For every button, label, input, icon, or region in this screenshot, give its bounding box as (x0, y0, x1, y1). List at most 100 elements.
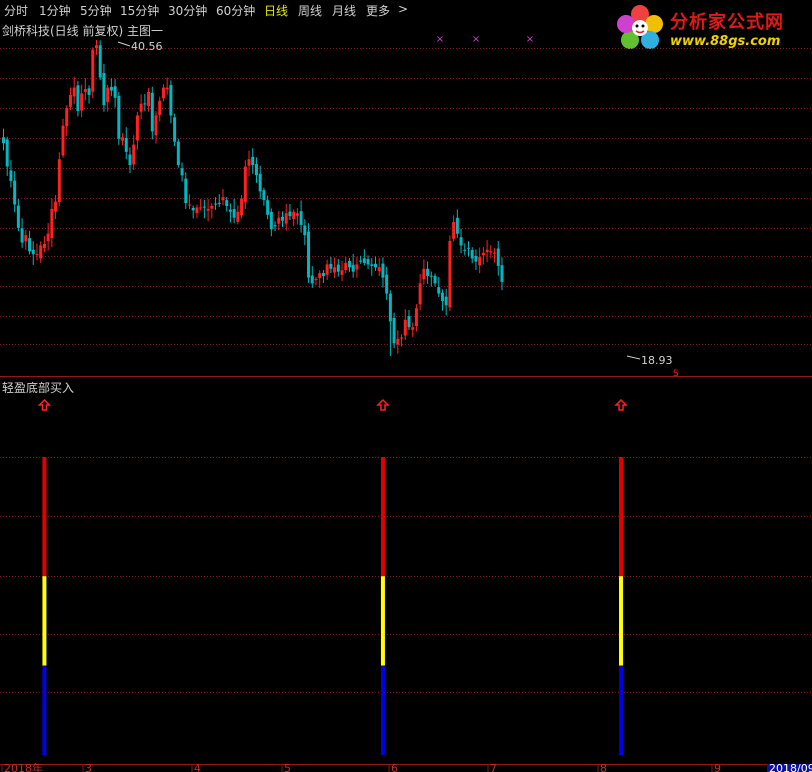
candle-body (13, 180, 17, 205)
axis-label: 2018年 (4, 761, 43, 772)
candle-body (150, 92, 154, 132)
axis-label: 4 (194, 762, 201, 772)
indicator-bar-blue (380, 665, 385, 755)
candle-body (180, 168, 184, 176)
indicator-bars (37, 398, 628, 755)
candle-body (113, 86, 117, 98)
candle-body (240, 198, 244, 216)
candle-body (429, 275, 433, 277)
candle-body (98, 45, 102, 78)
axis-label: 3 (85, 762, 92, 772)
candle-body (396, 338, 400, 345)
candle-body (5, 139, 9, 167)
candle-body (344, 262, 348, 270)
candle-body (251, 156, 255, 166)
axis-cursor-date: 2018/09 (769, 762, 812, 772)
candle-body (388, 293, 392, 322)
candle-body (403, 319, 407, 336)
candle-body (24, 235, 28, 242)
candle-body (139, 103, 143, 112)
candle-body (392, 317, 396, 344)
candle-body (411, 327, 415, 330)
candle-body (362, 258, 366, 263)
candle-body (467, 247, 470, 249)
candle-body (50, 208, 54, 239)
candle-body (135, 115, 139, 141)
candle-body (199, 207, 203, 209)
candle-body (329, 263, 333, 269)
purple-x-marker: × (436, 34, 444, 45)
candle-body (489, 251, 493, 253)
candle-body (314, 279, 318, 281)
candle-body (269, 211, 273, 230)
candle-body (42, 243, 46, 249)
candle-body (496, 248, 500, 266)
indicator-bar-red (380, 457, 385, 577)
axis-label: 8 (600, 762, 607, 772)
candle-body (292, 211, 296, 219)
indicator-bar-blue (619, 665, 624, 755)
candle-body (176, 141, 180, 166)
candle-body (243, 166, 247, 203)
candle-body (102, 73, 106, 106)
candle-body (124, 138, 128, 152)
candle-body (80, 93, 84, 111)
indicator-bar-yellow (619, 576, 624, 666)
indicator-bar-yellow (42, 576, 47, 666)
candle-body (414, 308, 418, 326)
buy-arrow-icon (376, 398, 390, 411)
candle-body (303, 225, 307, 236)
candle-body (35, 254, 39, 256)
candle-body (236, 211, 240, 222)
candle-body (173, 117, 177, 142)
purple-x-marker: × (526, 34, 534, 45)
candle-body (95, 45, 98, 49)
low-annotation: 18.93 S (626, 354, 679, 379)
candle-body (299, 211, 303, 225)
candle-body (154, 115, 158, 136)
axis-label: 6 (391, 762, 398, 772)
candle-body (232, 209, 236, 218)
candle-body (422, 268, 426, 280)
candle-body (72, 87, 76, 97)
candle-body (277, 217, 281, 224)
candle-body (418, 283, 422, 305)
candle-body (366, 259, 370, 265)
candle-body (377, 267, 381, 272)
candle-body (68, 94, 72, 107)
candle-body (121, 137, 125, 141)
candle-body (214, 203, 218, 205)
candle-body (288, 211, 292, 217)
buy-arrow-icon (614, 398, 628, 411)
candle-body (188, 204, 191, 206)
candle-body (359, 260, 363, 262)
candle-body (321, 273, 325, 277)
candle-body (281, 216, 284, 221)
candle-body (87, 88, 91, 95)
candle-body (225, 200, 229, 206)
candle-body (228, 209, 232, 212)
signal-markers: × × × (436, 34, 534, 45)
candle-body (31, 249, 35, 255)
candle-body (426, 268, 430, 277)
candle-body (65, 108, 69, 127)
candle-body (128, 154, 132, 166)
candle-body (478, 257, 482, 266)
candle-body (266, 200, 270, 215)
candle-body (470, 250, 474, 259)
candle-body (20, 228, 24, 243)
candle-body (273, 225, 277, 227)
candle-body (109, 86, 113, 91)
candle-body (347, 260, 351, 268)
candle-body (433, 275, 437, 284)
candle-body (333, 267, 337, 273)
candle-body (132, 144, 136, 165)
candle-body (370, 264, 374, 266)
candle-body (61, 125, 65, 156)
axis-label: 5 (284, 762, 291, 772)
high-label: 40.56 (131, 40, 163, 53)
candle-body (191, 207, 195, 211)
candle-body (117, 95, 121, 139)
candle-body (284, 213, 288, 224)
candle-body (381, 263, 385, 278)
